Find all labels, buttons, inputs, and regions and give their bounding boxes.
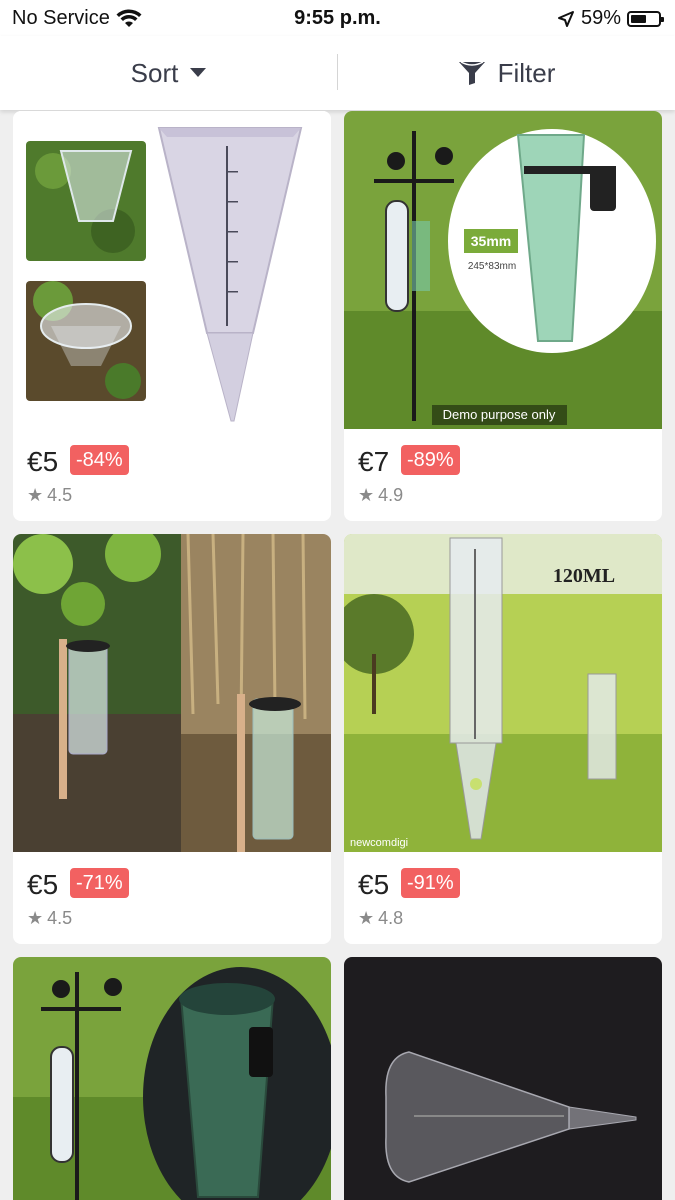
product-image (13, 534, 331, 852)
rain-gauge-field-image (13, 534, 331, 852)
star-icon: ★ (27, 485, 44, 505)
product-price: €7 (358, 446, 390, 477)
product-grid: €5 -84% ★ 4.5 35mm 245*83mm Demo purpose… (0, 111, 675, 1200)
rain-gauge-120ml-image: 120ML newcomdigi (344, 534, 662, 852)
product-price: €5 (27, 869, 59, 900)
product-card[interactable] (13, 957, 331, 1200)
filter-button[interactable]: Filter (338, 36, 675, 110)
product-image (13, 957, 331, 1200)
discount-badge: -89% (401, 445, 460, 475)
product-image (13, 111, 331, 429)
battery-fill (631, 14, 646, 23)
product-card[interactable]: €5 -71% ★ 4.5 (13, 534, 331, 944)
product-rating: ★ 4.9 (358, 485, 403, 506)
image-title: 120ML (553, 565, 615, 587)
product-image: 35mm 245*83mm Demo purpose only (344, 111, 662, 429)
status-right: 59% (557, 7, 664, 30)
star-icon: ★ (358, 485, 375, 505)
rating-value: 4.8 (378, 908, 404, 928)
product-card[interactable] (344, 957, 662, 1200)
weather-station-image: 35mm 245*83mm Demo purpose only (344, 111, 662, 429)
location-arrow-icon (557, 10, 574, 27)
product-image (344, 957, 662, 1200)
star-icon: ★ (358, 908, 375, 928)
product-price: €5 (27, 446, 59, 477)
rating-value: 4.5 (47, 908, 73, 928)
image-caption: Demo purpose only (443, 407, 556, 422)
dimensions-text: 245*83mm (468, 261, 516, 272)
battery-icon (627, 10, 664, 27)
product-card[interactable]: €5 -84% ★ 4.5 (13, 111, 331, 521)
rain-gauge-cone-image (13, 111, 331, 429)
funnel-icon (458, 61, 485, 85)
product-rating: ★ 4.8 (358, 908, 403, 929)
product-card[interactable]: 35mm 245*83mm Demo purpose only €7 -89% … (344, 111, 662, 521)
image-watermark: newcomdigi (350, 837, 408, 849)
product-price: €5 (358, 869, 390, 900)
discount-badge: -71% (70, 868, 129, 898)
size-badge-text: 35mm (471, 233, 511, 249)
rating-value: 4.9 (378, 485, 404, 505)
caret-down-icon (190, 68, 207, 77)
battery-percent: 59% (580, 7, 621, 29)
sort-button[interactable]: Sort (0, 36, 337, 110)
product-image: 120ML newcomdigi (344, 534, 662, 852)
discount-badge: -91% (401, 868, 460, 898)
product-card[interactable]: 120ML newcomdigi €5 -91% ★ 4.8 (344, 534, 662, 944)
rain-gauge-dark-image (344, 957, 662, 1200)
battery-cap (661, 16, 664, 22)
filter-label: Filter (497, 57, 556, 88)
rating-value: 4.5 (47, 485, 73, 505)
star-icon: ★ (27, 908, 44, 928)
sort-label: Sort (130, 57, 179, 88)
product-rating: ★ 4.5 (27, 908, 72, 929)
discount-badge: -84% (70, 445, 129, 475)
sort-filter-bar: Sort Filter (0, 36, 675, 110)
product-rating: ★ 4.5 (27, 485, 72, 506)
weather-station-closeup-image (13, 957, 331, 1200)
status-bar: No Service 9:55 p.m. 59% (0, 0, 675, 36)
